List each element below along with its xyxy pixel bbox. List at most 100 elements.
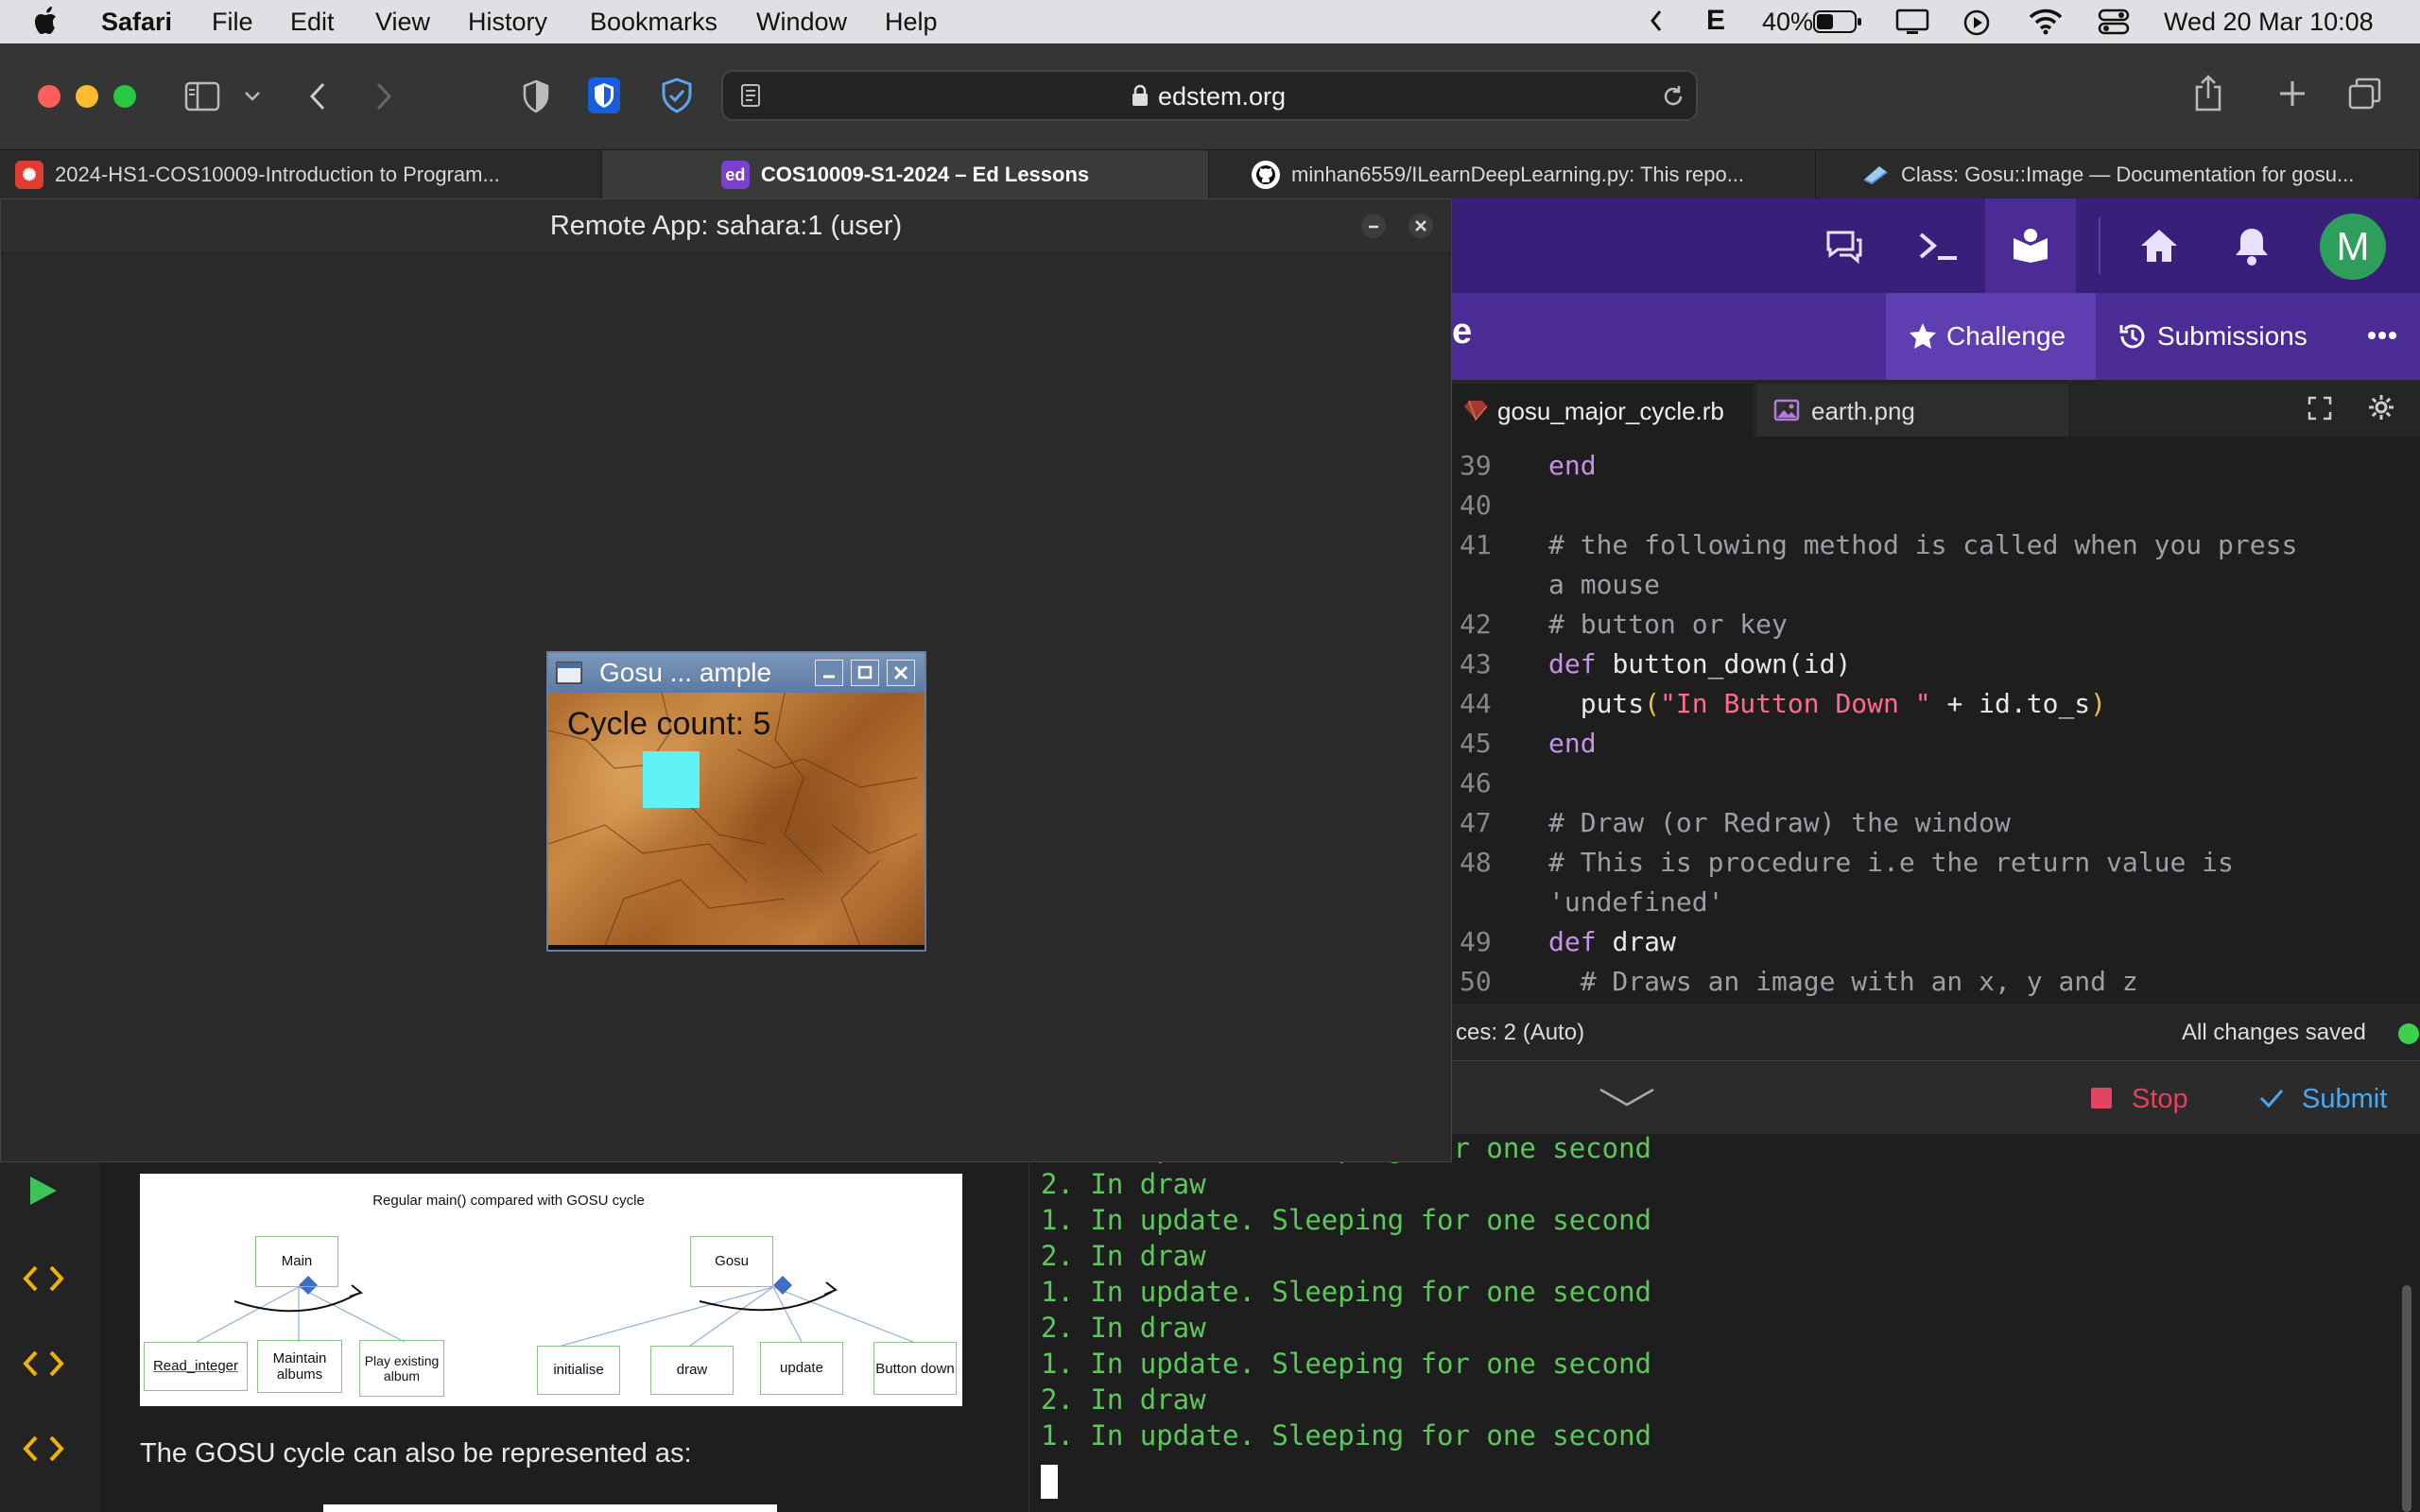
remote-title: Remote App: sahara:1 (user)	[549, 211, 903, 241]
code-snippet-icon[interactable]	[23, 1435, 64, 1463]
ed-header: M	[1452, 198, 2420, 293]
challenge-label: Challenge	[1946, 321, 2066, 351]
chevron-left-icon[interactable]	[1650, 9, 1663, 33]
submissions-label[interactable]: Submissions	[2157, 321, 2308, 352]
line-text: # button or key	[1548, 609, 1788, 640]
code-snippet-icon[interactable]	[23, 1264, 64, 1293]
home-icon[interactable]	[2138, 227, 2180, 265]
next-image-edge	[323, 1504, 777, 1512]
chevron-down-icon[interactable]	[244, 91, 261, 102]
lesson-side-strip	[0, 1134, 101, 1512]
code-line: 47 # Draw (or Redraw) the window	[1452, 807, 2420, 847]
line-number: 39	[1460, 450, 1492, 481]
menu-clock[interactable]: Wed 20 Mar 10:08	[2164, 8, 2374, 37]
ed-subheader: e Challenge Submissions	[1452, 293, 2420, 380]
tab-ed-lessons[interactable]: ed COS10009-S1-2024 – Ed Lessons	[602, 150, 1209, 199]
apple-menu-icon[interactable]	[34, 5, 60, 37]
gosu-minimize-icon[interactable]	[815, 660, 843, 686]
gosu-title: Gosu ... ample	[599, 658, 772, 687]
reload-icon[interactable]	[1661, 84, 1685, 109]
fullscreen-icon[interactable]	[2307, 395, 2333, 421]
line-number: 48	[1460, 847, 1492, 878]
address-bar[interactable]: edstem.org	[721, 70, 1698, 121]
back-icon[interactable]	[308, 81, 327, 112]
history-icon[interactable]	[2118, 321, 2148, 352]
battery-icon[interactable]	[1813, 10, 1862, 33]
menu-view[interactable]: View	[375, 8, 430, 37]
challenge-tab[interactable]: Challenge	[1886, 293, 2096, 380]
terminal-scrollbar[interactable]	[2402, 1285, 2411, 1512]
run-play-icon[interactable]	[26, 1174, 59, 1208]
share-icon[interactable]	[2193, 74, 2223, 112]
line-text: # Draws an image with an x, y and z	[1548, 966, 2138, 997]
bell-icon[interactable]	[2233, 225, 2271, 266]
diagram-box-read-integer: Read_integer	[144, 1342, 248, 1391]
tab-canvas[interactable]: ✺ 2024-HS1-COS10009-Introduction to Prog…	[0, 150, 602, 199]
line-text: # This is procedure i.e the return value…	[1548, 847, 2234, 878]
wifi-icon[interactable]	[2029, 8, 2063, 36]
play-circle-icon[interactable]	[1962, 9, 1991, 37]
tab-label: minhan6559/ILearnDeepLearning.py: This r…	[1291, 163, 1745, 186]
menu-window[interactable]: Window	[756, 8, 847, 37]
privacy-shield-icon[interactable]	[522, 79, 550, 113]
remote-close-icon[interactable]	[1408, 213, 1434, 239]
saved-dot-icon	[2397, 1022, 2420, 1045]
gosu-canvas[interactable]: Cycle count: 5	[548, 693, 925, 950]
menu-app-name[interactable]: Safari	[101, 8, 172, 37]
line-text: 'undefined'	[1548, 886, 1724, 918]
submit-button[interactable]: Submit	[2302, 1084, 2387, 1115]
remote-minimize-icon[interactable]	[1360, 213, 1387, 239]
chat-icon[interactable]	[1824, 229, 1864, 265]
gosu-maximize-icon[interactable]	[851, 660, 879, 686]
display-icon[interactable]	[1895, 9, 1929, 37]
line-text: end	[1548, 728, 1597, 759]
gosu-close-icon[interactable]	[887, 660, 915, 686]
lock-icon	[1132, 84, 1149, 107]
file-tab-rb[interactable]: gosu_major_cycle.rb	[1452, 384, 1753, 437]
bitwarden-icon[interactable]	[588, 77, 620, 113]
verified-shield-icon[interactable]	[660, 77, 694, 113]
zoom-window-icon[interactable]	[113, 85, 136, 108]
menu-help[interactable]: Help	[885, 8, 938, 37]
editor-status-bar: ces: 2 (Auto) All changes saved	[1452, 1004, 2420, 1060]
stop-button[interactable]: Stop	[2132, 1084, 2188, 1115]
star-icon	[1909, 321, 1937, 350]
address-text[interactable]: edstem.org	[1158, 82, 1286, 112]
code-line: 39 end	[1452, 450, 2420, 490]
lessons-tab[interactable]	[1985, 198, 2076, 293]
code-line: 41 # the following method is called when …	[1452, 529, 2420, 569]
menu-edit[interactable]: Edit	[290, 8, 335, 37]
terminal-icon[interactable]	[1917, 231, 1959, 263]
avatar[interactable]: M	[2320, 214, 2386, 280]
remote-title-bar[interactable]: Remote App: sahara:1 (user)	[1, 199, 1451, 253]
close-window-icon[interactable]	[38, 85, 60, 108]
menu-bookmarks[interactable]: Bookmarks	[590, 8, 717, 37]
terminal-cursor	[1041, 1465, 1058, 1499]
line-number: 46	[1460, 767, 1492, 799]
tab-gosu-docs[interactable]: Class: Gosu::Image — Documentation for g…	[1816, 150, 2420, 199]
status-spaces[interactable]: ces: 2 (Auto)	[1456, 1020, 1584, 1046]
chevron-down-icon[interactable]	[1598, 1086, 1656, 1108]
new-tab-icon[interactable]	[2278, 79, 2307, 108]
tab-overview-icon[interactable]	[2348, 77, 2382, 110]
code-editor[interactable]: 39 end 40 41 # the following method is calle…	[1452, 437, 2420, 1004]
menu-history[interactable]: History	[468, 8, 547, 37]
stop-icon[interactable]	[2091, 1088, 2112, 1108]
reader-icon[interactable]	[740, 83, 761, 108]
tab-strip: ✺ 2024-HS1-COS10009-Introduction to Prog…	[0, 149, 2420, 199]
gear-icon[interactable]	[2367, 393, 2395, 421]
file-tab-png[interactable]: earth.png	[1756, 384, 2068, 437]
terminal-line: 2. In draw	[1041, 1312, 1206, 1344]
more-icon[interactable]	[2367, 331, 2397, 340]
sidebar-toggle-icon[interactable]	[184, 81, 220, 112]
e-menu-extra-icon[interactable]: E	[1706, 5, 1725, 37]
menu-file[interactable]: File	[212, 8, 253, 37]
tab-github[interactable]: minhan6559/ILearnDeepLearning.py: This r…	[1209, 150, 1816, 199]
code-line: 49 def draw	[1452, 926, 2420, 966]
forward-icon[interactable]	[374, 81, 393, 112]
minimize-window-icon[interactable]	[76, 85, 98, 108]
terminal-output[interactable]: 1. In update. Sleeping for one second2. …	[1028, 1132, 2420, 1512]
code-snippet-icon[interactable]	[23, 1349, 64, 1378]
gosu-title-bar[interactable]: Gosu ... ample	[548, 653, 925, 693]
control-center-icon[interactable]	[2098, 9, 2130, 35]
